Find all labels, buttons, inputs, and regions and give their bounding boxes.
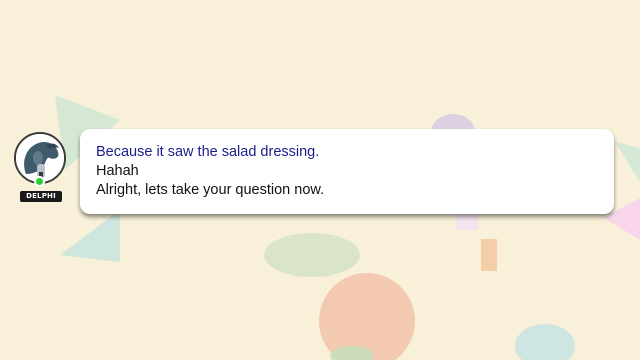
online-status-indicator [34, 176, 45, 187]
message-line-1: Because it saw the salad dressing. [96, 144, 320, 160]
dolphin-avatar-icon [16, 134, 64, 182]
bg-shape-triangle [615, 142, 640, 182]
bg-shape-blob [515, 324, 575, 360]
bg-shape-rect [456, 212, 478, 230]
speaker-name-tag: DELPHI [20, 191, 62, 202]
message-line-3: Alright, lets take your question now. [96, 182, 325, 198]
chat-message-bubble: Because it saw the salad dressing. Hahah… [80, 129, 614, 214]
bg-shape-blob [264, 233, 360, 277]
bg-shape-triangle [60, 210, 120, 262]
bg-shape-rect [481, 239, 497, 271]
bg-shape-circle [319, 273, 415, 360]
message-line-2: Hahah [96, 163, 139, 179]
